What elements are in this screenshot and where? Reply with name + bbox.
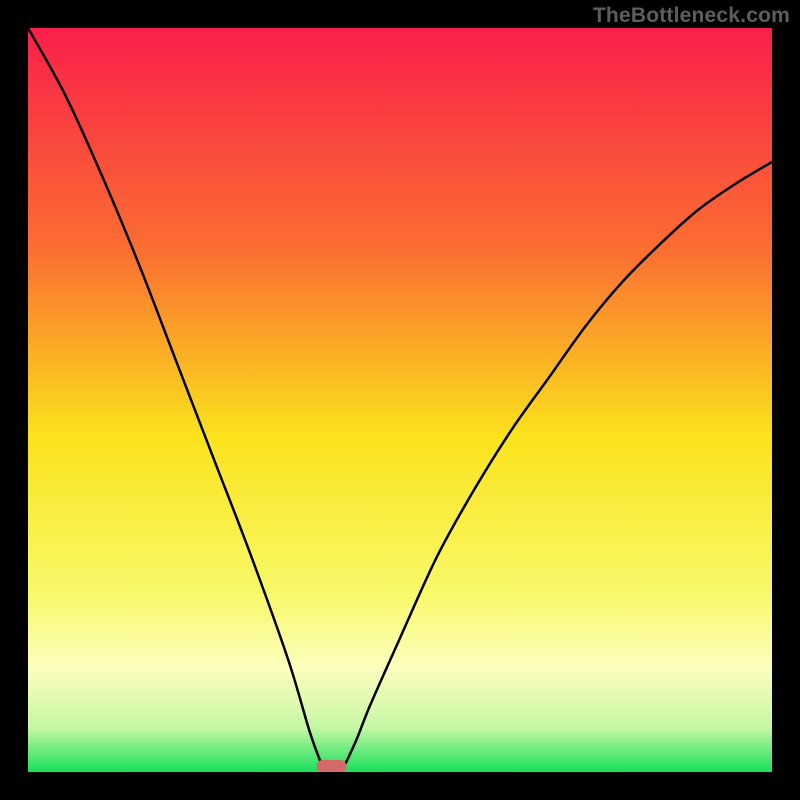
- gradient-background: [28, 28, 772, 772]
- bottleneck-chart-svg: [28, 28, 772, 772]
- plot-area: [28, 28, 772, 772]
- optimal-marker: [317, 760, 347, 772]
- chart-frame: TheBottleneck.com: [0, 0, 800, 800]
- watermark-text: TheBottleneck.com: [593, 4, 790, 28]
